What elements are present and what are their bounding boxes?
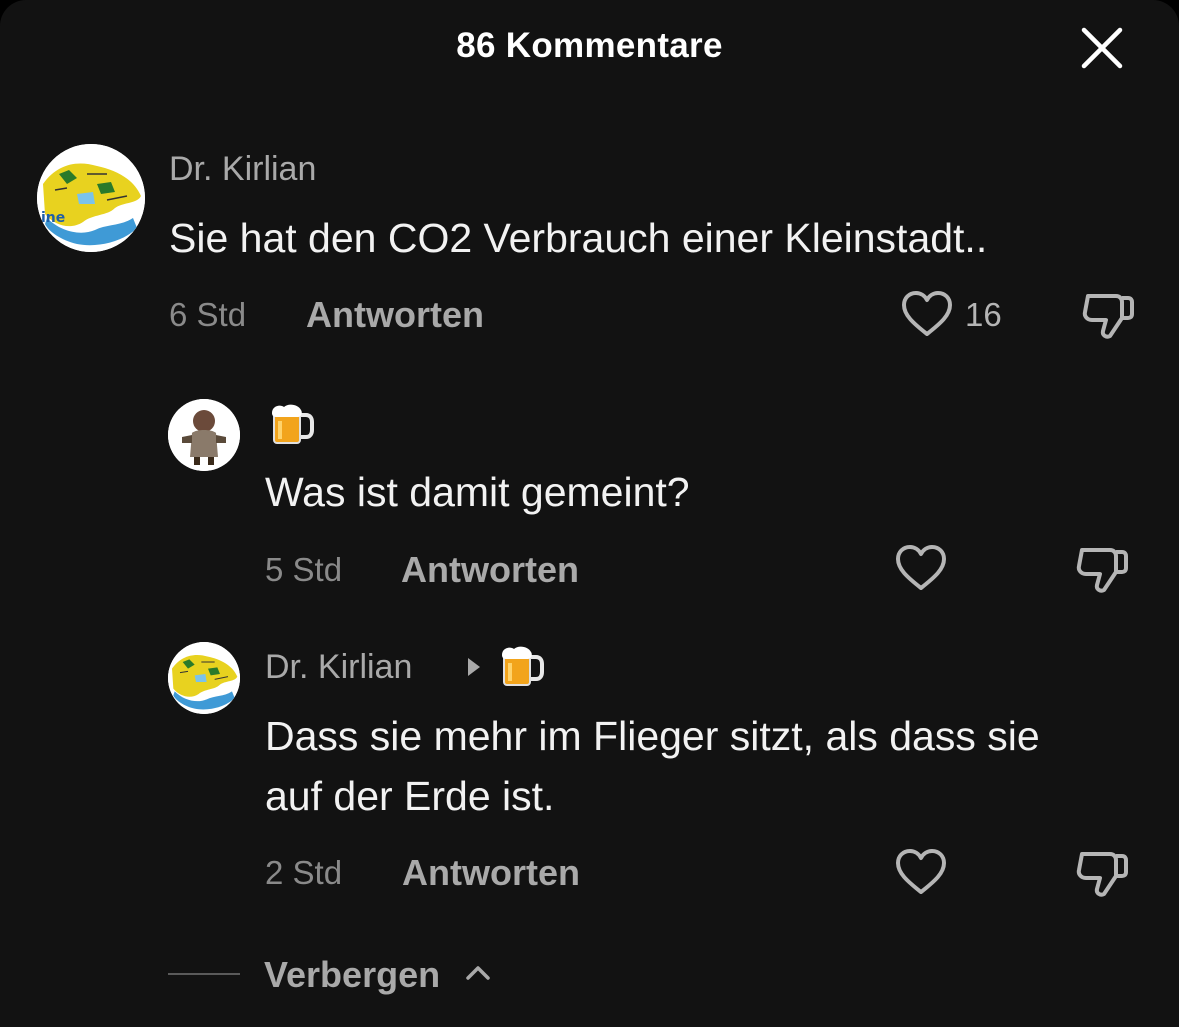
avatar[interactable] xyxy=(168,642,240,714)
beer-mug-emoji xyxy=(498,643,544,689)
comments-sheet: 86 Kommentare ine Dr. Kirlian Sie hat de… xyxy=(0,0,1179,1027)
thumbs-down-outline-icon xyxy=(1082,294,1134,339)
avatar[interactable] xyxy=(168,399,240,471)
heart-outline-icon xyxy=(896,849,946,894)
map-avatar-image: ine xyxy=(37,144,145,252)
thumbs-down-outline-icon xyxy=(1076,548,1128,593)
comment-timestamp: 2 Std xyxy=(265,854,343,891)
beer-mug-icon xyxy=(272,404,314,444)
svg-text:ine: ine xyxy=(41,210,65,226)
comment-text: Sie hat den CO2 Verbrauch einer Kleinsta… xyxy=(169,215,988,261)
caret-right-icon xyxy=(466,656,482,683)
figure-avatar-image xyxy=(168,399,240,471)
beer-mug-icon xyxy=(502,646,544,686)
comment-text-line-2: auf der Erde ist. xyxy=(265,773,555,819)
close-icon xyxy=(1081,27,1123,69)
chevron-up-icon[interactable] xyxy=(464,962,492,987)
comment-timestamp: 6 Std xyxy=(169,296,247,333)
hide-replies-button[interactable]: Verbergen xyxy=(264,954,440,996)
page-title: 86 Kommentare xyxy=(456,26,723,65)
dislike-button[interactable] xyxy=(1074,848,1130,900)
thumbs-down-outline-icon xyxy=(1076,852,1128,897)
beer-mug-emoji xyxy=(268,401,314,447)
like-button[interactable] xyxy=(895,848,947,896)
heart-outline-icon xyxy=(902,291,952,336)
reply-button[interactable]: Antworten xyxy=(401,549,579,591)
comment-username[interactable]: Dr. Kirlian xyxy=(169,150,316,189)
avatar[interactable]: ine xyxy=(37,144,145,252)
comment-timestamp: 5 Std xyxy=(265,551,343,588)
comment-text: Was ist damit gemeint? xyxy=(265,469,690,515)
dislike-button[interactable] xyxy=(1074,544,1130,596)
heart-outline-icon xyxy=(896,545,946,590)
map-avatar-image xyxy=(168,642,240,714)
like-button[interactable] xyxy=(895,544,947,592)
dislike-button[interactable] xyxy=(1080,290,1136,342)
close-button[interactable] xyxy=(1076,22,1128,74)
divider xyxy=(168,973,240,975)
reply-button[interactable]: Antworten xyxy=(402,852,580,894)
comment-username[interactable]: Dr. Kirlian xyxy=(265,648,412,687)
comment-text-line-1: Dass sie mehr im Flieger sitzt, als dass… xyxy=(265,713,1040,759)
like-button[interactable] xyxy=(901,290,953,338)
reply-button[interactable]: Antworten xyxy=(306,294,484,336)
like-count: 16 xyxy=(965,296,1002,333)
